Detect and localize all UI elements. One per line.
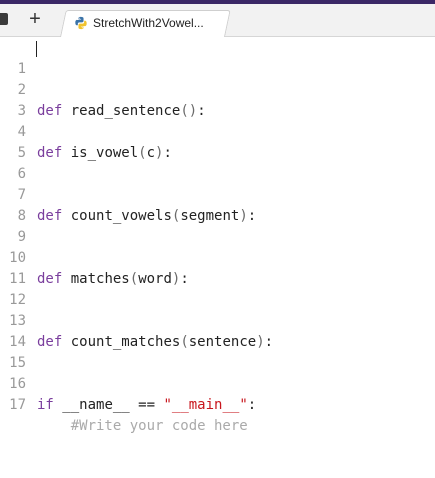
code-line: 12 (0, 269, 435, 308)
code-line: 7 def count_vowels(segment): (0, 164, 435, 224)
code-line: 8 (0, 185, 435, 224)
text-cursor (36, 41, 37, 57)
code-line: 10 def matches(word): (0, 227, 435, 287)
code-line: 2 (0, 59, 435, 98)
colon: : (247, 397, 257, 413)
add-tab-button[interactable]: + (24, 6, 46, 32)
keyword: if (37, 397, 54, 413)
code-line: 15 (0, 332, 435, 371)
code-line: 5 (0, 122, 435, 161)
identifier: __name__ (62, 397, 130, 413)
operator: == (138, 397, 156, 413)
code-editor[interactable]: 1 def read_sentence(): 2 3 4 def is_vowe… (0, 37, 435, 478)
comment: #Write your code here (70, 418, 248, 434)
menu-handle[interactable] (0, 13, 8, 25)
tab-bar: + (0, 4, 435, 37)
code-line: 6 (0, 143, 435, 182)
code-line: 14 (0, 311, 435, 350)
code-line: 1 def read_sentence(): (0, 38, 435, 119)
code-line: 17 #Write your code here (0, 374, 435, 434)
code-line: 13 def count_matches(sentence): (0, 290, 435, 350)
python-icon (75, 16, 87, 30)
line-number: 17 (9, 397, 26, 413)
code-line: 9 (0, 206, 435, 245)
string-literal: "__main__" (163, 397, 248, 413)
code-line: 16 if __name__ == "__main__": (0, 353, 435, 413)
tab-file-label-group[interactable]: StretchWith2Vowel... (74, 11, 204, 35)
tab-title: StretchWith2Vowel... (93, 16, 204, 30)
code-line: 11 (0, 248, 435, 287)
code-line: 3 (0, 80, 435, 119)
code-line: 4 def is_vowel(c): (0, 101, 435, 161)
